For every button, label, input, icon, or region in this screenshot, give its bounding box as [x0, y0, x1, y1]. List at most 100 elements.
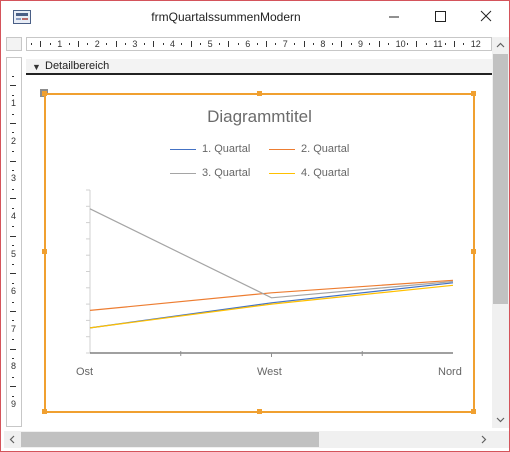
ruler-tick: [190, 41, 192, 47]
access-form-window: frmQuartalssummenModern 1 2 3 4 5 6 7 8 9 10 11 12 …: [0, 0, 510, 452]
title-bar[interactable]: frmQuartalssummenModern: [1, 1, 509, 32]
ruler-tick: [369, 43, 371, 45]
size-grip: [492, 431, 509, 448]
resize-handle[interactable]: [42, 91, 47, 96]
ruler-tick: [219, 43, 220, 45]
scroll-up-button[interactable]: [492, 37, 509, 54]
ruler-tick: [237, 43, 239, 45]
ruler-tick: [68, 43, 70, 45]
ruler-number: 4: [170, 39, 176, 49]
ruler-tick: [407, 43, 408, 45]
ruler-number: 5: [11, 248, 17, 259]
form-selector[interactable]: [6, 37, 22, 51]
ruler-tick: [10, 235, 16, 237]
horizontal-scrollbar[interactable]: [4, 431, 492, 448]
ruler-tick: [454, 41, 455, 47]
ruler-tick: [12, 151, 14, 153]
ruler-tick: [275, 43, 277, 45]
ruler-tick: [10, 85, 16, 87]
close-icon: [480, 10, 492, 22]
ruler-tick: [153, 41, 155, 47]
resize-handle[interactable]: [257, 409, 262, 414]
category-label: Nord: [438, 366, 462, 378]
ruler-tick: [313, 43, 314, 45]
ruler-tick: [12, 170, 14, 171]
ruler-tick: [12, 282, 14, 284]
form-icon[interactable]: [13, 10, 31, 24]
ruler-number: 9: [358, 39, 364, 49]
section-header-detail[interactable]: ▼ Detailbereich: [26, 59, 492, 75]
window-title: frmQuartalssummenModern: [151, 10, 301, 24]
ruler-number: 1: [57, 39, 63, 49]
resize-handle[interactable]: [42, 409, 47, 414]
ruler-tick: [341, 41, 343, 47]
minimize-icon: [389, 16, 399, 18]
close-button[interactable]: [463, 1, 509, 32]
ruler-tick: [12, 113, 14, 115]
ruler-tick: [12, 188, 14, 190]
ruler-number: 3: [11, 173, 17, 184]
resize-handle[interactable]: [471, 91, 476, 96]
chart-control[interactable]: Diagrammtitel 1. Quartal 2. Quartal 3. Q…: [44, 93, 475, 413]
resize-handle[interactable]: [257, 91, 262, 96]
maximize-button[interactable]: [417, 1, 463, 32]
scroll-down-button[interactable]: [492, 411, 509, 428]
ruler-tick: [49, 43, 51, 45]
ruler-number: 9: [11, 399, 17, 409]
ruler-tick: [106, 43, 108, 45]
ruler-number: 8: [320, 39, 326, 49]
resize-handle[interactable]: [471, 409, 476, 414]
ruler-tick: [12, 301, 14, 303]
ruler-tick: [12, 358, 14, 359]
ruler-tick: [303, 41, 305, 47]
horizontal-ruler[interactable]: 1 2 3 4 5 6 7 8 9 10 11 12: [26, 37, 492, 51]
ruler-number: 6: [11, 286, 17, 297]
ruler-tick: [444, 43, 446, 45]
ruler-tick: [12, 376, 14, 378]
ruler-number: 2: [11, 135, 17, 146]
ruler-tick: [12, 207, 14, 209]
ruler-tick: [40, 41, 42, 47]
ruler-number: 5: [207, 39, 213, 49]
chevron-left-icon: [9, 435, 15, 444]
ruler-number: 2: [94, 39, 100, 49]
minimize-button[interactable]: [371, 1, 417, 32]
ruler-tick: [10, 273, 16, 275]
ruler-tick: [10, 123, 16, 124]
ruler-number: 6: [245, 39, 251, 49]
ruler-tick: [294, 43, 296, 45]
vertical-ruler[interactable]: 1 2 3 4 5 6 7 8 9: [6, 57, 22, 427]
ruler-tick: [162, 43, 164, 45]
scroll-thumb[interactable]: [493, 54, 508, 304]
ruler-number: 12: [470, 39, 481, 49]
ruler-tick: [10, 160, 16, 162]
ruler-tick: [331, 43, 333, 45]
section-arrow-icon: ▼: [32, 62, 41, 72]
scroll-left-button[interactable]: [4, 431, 21, 448]
ruler-tick: [12, 264, 14, 265]
ruler-tick: [10, 198, 16, 200]
scroll-right-button[interactable]: [475, 431, 492, 448]
detail-section[interactable]: Diagrammtitel 1. Quartal 2. Quartal 3. Q…: [26, 77, 492, 429]
scroll-thumb[interactable]: [21, 432, 319, 447]
ruler-tick: [378, 41, 380, 47]
category-label: West: [257, 366, 282, 378]
ruler-tick: [266, 41, 267, 47]
maximize-icon: [435, 11, 446, 22]
ruler-number: 8: [11, 361, 17, 372]
ruler-tick: [143, 43, 145, 45]
ruler-number: 1: [11, 98, 17, 109]
ruler-tick: [10, 386, 16, 388]
vertical-scrollbar[interactable]: [492, 37, 509, 428]
series-line: [89, 284, 454, 329]
ruler-tick: [115, 41, 117, 47]
ruler-tick: [12, 94, 14, 96]
ruler-tick: [200, 43, 202, 45]
ruler-tick: [416, 41, 418, 47]
resize-handle[interactable]: [42, 249, 47, 254]
ruler-tick: [181, 43, 183, 45]
ruler-tick: [463, 43, 465, 45]
resize-handle[interactable]: [471, 249, 476, 254]
ruler-number: 7: [11, 323, 17, 334]
chevron-down-icon: [496, 417, 505, 423]
